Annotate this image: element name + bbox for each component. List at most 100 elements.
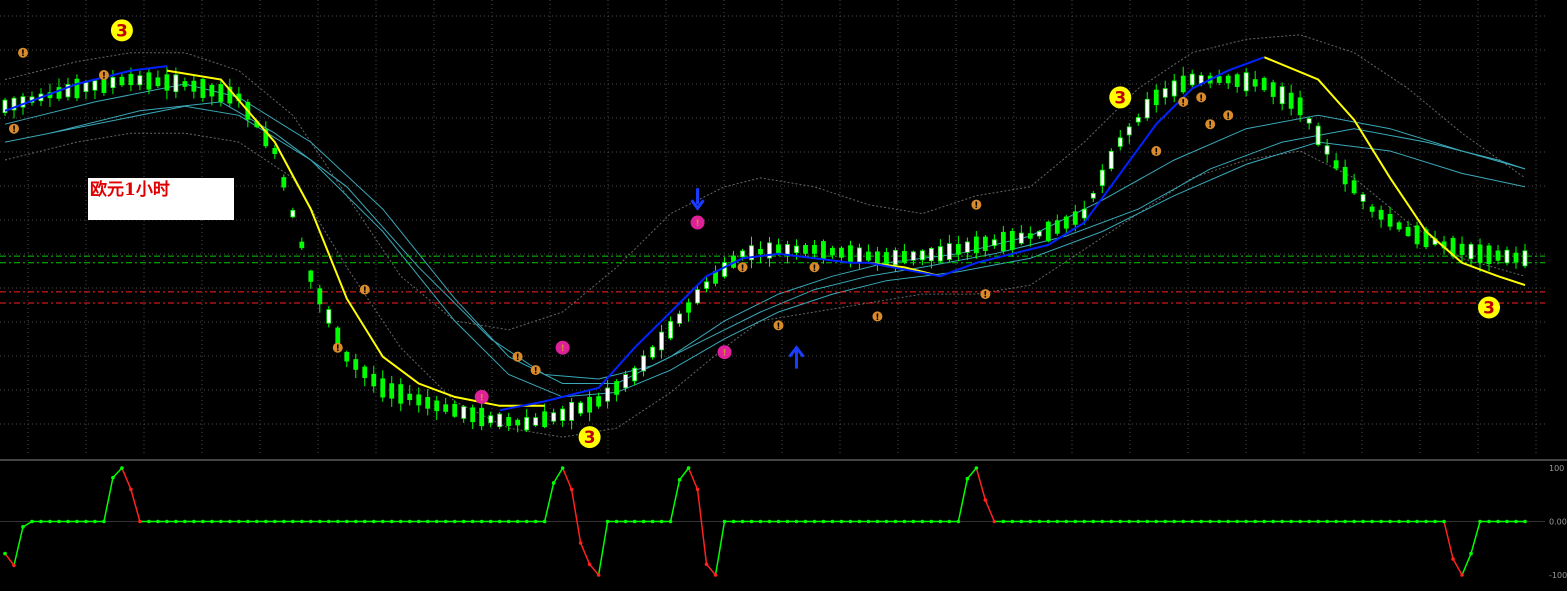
oscillator-point [1361,519,1365,524]
oscillator-point [1154,519,1159,524]
candle-body [317,288,323,305]
oscillator-point [183,519,187,524]
oscillator-point [938,519,943,524]
oscillator-point [866,519,871,524]
candle-body [1387,214,1393,227]
candle-body [991,239,997,246]
candle-body [955,243,961,255]
candle-body [1171,80,1177,97]
candle-body [1360,194,1366,202]
candle-body [344,351,350,362]
candle-body [928,248,934,262]
oscillator-point [1253,519,1257,524]
oscillator-point [875,519,880,524]
oscillator-point [371,519,376,524]
candle-body [200,78,206,98]
oscillator-point [389,519,394,524]
candle-body [92,80,98,91]
oscillator-point [821,519,826,524]
candle-body [380,378,386,398]
oscillator-tick-label: 100 [1549,464,1564,473]
oscillator-point [785,519,790,524]
oscillator-point [452,519,457,524]
wave-badge-label: 3 [116,21,128,41]
oscillator-point [84,519,88,524]
candle-body [587,396,593,413]
candle-body [1279,86,1285,105]
oscillator-point [1442,519,1446,524]
candle-body [1063,216,1069,229]
candle-body [1072,211,1078,225]
candle-body [164,74,170,91]
oscillator-point [156,519,160,524]
candle-body [1405,226,1411,237]
oscillator-point [623,519,628,524]
oscillator-point [614,519,619,524]
oscillator-point [983,498,988,502]
candle-body [1315,125,1321,146]
oscillator-point [192,519,196,524]
marker-orange-label: ! [1199,94,1203,104]
candle-body [812,244,817,254]
oscillator-point [911,519,916,524]
marker-orange-label: ! [983,291,987,301]
oscillator-point [749,519,754,524]
oscillator-point [1325,519,1329,524]
candle-body [641,355,646,372]
oscillator-point [1217,519,1222,524]
candle-body [1054,220,1060,234]
candle-body [740,250,745,258]
candle-body [686,302,691,313]
oscillator-point [1316,519,1320,524]
candle-body [1189,73,1195,86]
forex-chart: !!!!!!!!!!!!!!!!!!!!!! 3 3 3 3 100 0.00 -100 [0,0,1567,591]
candle-body [137,75,143,86]
candle-body [1504,249,1510,264]
oscillator-point [1145,519,1150,524]
candle-body [902,250,907,263]
candle-body [1414,225,1420,245]
oscillator-point [57,519,61,524]
oscillator-point [407,519,412,524]
oscillator-point [1001,519,1006,524]
oscillator-point [1064,519,1069,524]
oscillator-point [929,519,934,524]
oscillator-point [803,519,808,524]
oscillator-point [920,519,925,524]
candle-body [479,407,485,427]
candle-body [326,309,332,324]
candle-body [1495,250,1501,261]
candle-body [596,396,602,407]
oscillator-point [1181,519,1186,524]
marker-orange-label: ! [875,313,879,323]
oscillator-point [120,466,124,470]
candle-body [695,289,700,304]
candle-body [1477,244,1483,264]
oscillator-point [965,476,970,481]
candle-body [1180,75,1186,93]
oscillator-point [12,563,16,568]
candle-body [848,245,853,263]
candle-body [1270,82,1276,97]
candle-body [155,77,161,87]
candle-body [857,247,862,263]
marker-orange-label: ! [776,322,780,332]
candle-body [605,387,611,402]
candle-body [461,406,467,419]
oscillator-point [758,519,763,524]
candle-body [308,270,314,282]
candle-body [569,402,575,421]
oscillator-point [605,519,610,524]
oscillator-point [731,519,736,524]
candle-body [128,73,134,86]
marker-orange-label: ! [812,264,816,274]
candle-body [1000,231,1006,252]
oscillator-point [1271,519,1275,524]
candle-body [371,373,377,387]
candle-body [937,246,943,262]
candle-body [110,76,116,89]
oscillator-point [848,519,853,524]
candle-body [1144,98,1150,119]
oscillator-point [237,519,241,524]
oscillator-point [1019,519,1024,524]
